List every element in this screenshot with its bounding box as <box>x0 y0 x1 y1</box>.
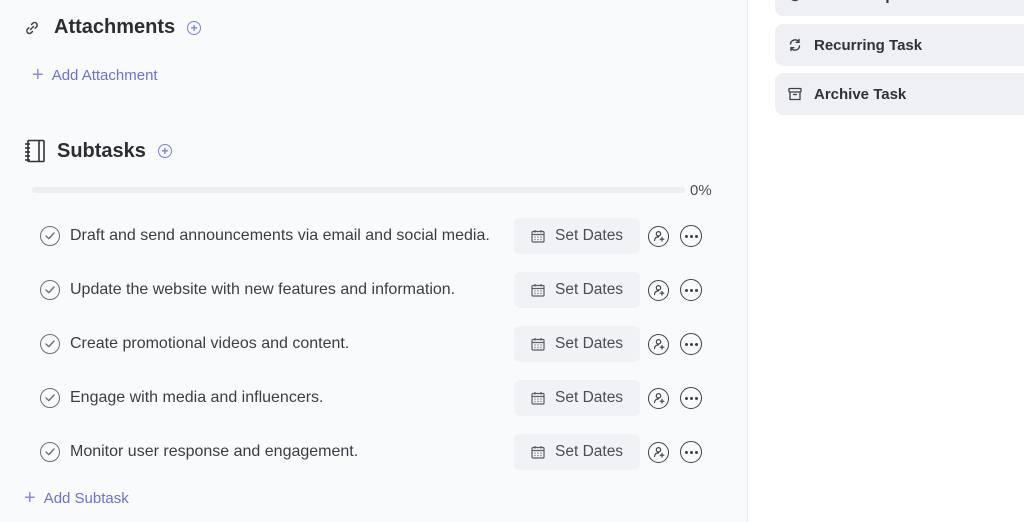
attachments-title: Attachments <box>54 16 176 38</box>
add-attachment-label: Add Attachment <box>51 66 158 84</box>
subtask-text[interactable]: Draft and send announcements via email a… <box>70 227 490 245</box>
plus-icon: + <box>24 487 36 509</box>
subtasks-title: Subtasks <box>57 139 146 162</box>
assign-user-button[interactable] <box>648 387 669 409</box>
set-dates-button[interactable]: Set Dates <box>514 380 640 416</box>
add-user-icon <box>653 338 664 350</box>
more-horizontal-icon <box>684 450 698 454</box>
set-dates-label: Set Dates <box>555 281 624 298</box>
subtask-text[interactable]: Create promotional videos and content. <box>70 335 349 353</box>
add-attachment-plus-icon[interactable]: + <box>187 20 202 35</box>
more-options-button[interactable] <box>680 279 702 301</box>
subtask-row: Create promotional videos and content. Se… <box>40 326 710 362</box>
archive-task-button[interactable]: Archive Task <box>775 73 1024 115</box>
subtask-row: Draft and send announcements via email a… <box>40 218 710 254</box>
assign-user-button[interactable] <box>648 279 669 301</box>
assign-user-button[interactable] <box>648 225 669 247</box>
archive-task-label: Archive Task <box>814 85 907 103</box>
subtasks-progress-bar <box>32 187 685 193</box>
calendar-icon <box>531 284 545 297</box>
set-dates-button[interactable]: Set Dates <box>514 326 640 362</box>
set-dates-label: Set Dates <box>555 443 624 460</box>
subtask-text[interactable]: Engage with media and influencers. <box>70 389 324 407</box>
calendar-icon <box>531 338 545 351</box>
calendar-icon <box>531 230 545 243</box>
subtask-text[interactable]: Update the website with new features and… <box>70 281 455 299</box>
set-dates-button[interactable]: Set Dates <box>514 272 640 308</box>
set-dates-label: Set Dates <box>555 389 624 406</box>
subtask-row: Monitor user response and engagement. Set… <box>40 434 710 470</box>
set-dates-button[interactable]: Set Dates <box>514 218 640 254</box>
subtask-row: Engage with media and influencers. Set Da… <box>40 380 710 416</box>
task-actions-sidebar: Make Template Recurring Task Archive Tas… <box>749 0 1024 522</box>
set-dates-button[interactable]: Set Dates <box>514 434 640 470</box>
calendar-icon <box>531 392 545 405</box>
check-icon <box>45 340 55 348</box>
add-attachment-link[interactable]: + Add Attachment <box>32 65 158 85</box>
check-icon <box>45 448 55 456</box>
set-dates-label: Set Dates <box>555 227 624 244</box>
add-user-icon <box>653 284 664 296</box>
more-options-button[interactable] <box>680 387 702 409</box>
archive-icon <box>788 87 802 101</box>
subtask-row: Update the website with new features and… <box>40 272 710 308</box>
check-icon <box>45 286 55 294</box>
subtask-text[interactable]: Monitor user response and engagement. <box>70 443 358 461</box>
make-template-button[interactable]: Make Template <box>775 0 1024 16</box>
more-horizontal-icon <box>684 342 698 346</box>
subtasks-header: Subtasks + <box>24 139 172 163</box>
more-horizontal-icon <box>684 396 698 400</box>
calendar-icon <box>531 446 545 459</box>
complete-checkbox[interactable] <box>40 226 60 246</box>
link-icon <box>26 21 38 34</box>
set-dates-label: Set Dates <box>555 335 624 352</box>
more-horizontal-icon <box>684 234 698 238</box>
complete-checkbox[interactable] <box>40 280 60 300</box>
more-horizontal-icon <box>684 288 698 292</box>
notebook-icon <box>25 139 45 163</box>
add-subtask-plus-icon[interactable]: + <box>157 144 172 158</box>
make-template-label: Make Template <box>814 0 920 4</box>
recurring-task-label: Recurring Task <box>814 36 923 54</box>
attachments-header: Attachments + <box>24 16 202 39</box>
add-user-icon <box>653 392 664 404</box>
more-options-button[interactable] <box>680 333 702 355</box>
complete-checkbox[interactable] <box>40 442 60 462</box>
assign-user-button[interactable] <box>648 333 669 355</box>
refresh-icon <box>789 38 801 52</box>
check-icon <box>45 394 55 402</box>
add-subtask-link[interactable]: + Add Subtask <box>24 488 129 508</box>
assign-user-button[interactable] <box>648 441 669 463</box>
add-user-icon <box>653 230 664 242</box>
recurring-task-button[interactable]: Recurring Task <box>775 24 1024 66</box>
more-options-button[interactable] <box>680 225 702 247</box>
complete-checkbox[interactable] <box>40 388 60 408</box>
check-icon <box>45 232 55 240</box>
plus-icon: + <box>32 64 44 86</box>
add-user-icon <box>653 446 664 458</box>
task-detail-panel: Attachments + + Add Attachment Subtasks … <box>0 0 748 522</box>
template-icon <box>791 0 799 2</box>
complete-checkbox[interactable] <box>40 334 60 354</box>
progress-percent-label: 0% <box>690 182 712 199</box>
more-options-button[interactable] <box>680 441 702 463</box>
add-subtask-label: Add Subtask <box>43 489 129 507</box>
